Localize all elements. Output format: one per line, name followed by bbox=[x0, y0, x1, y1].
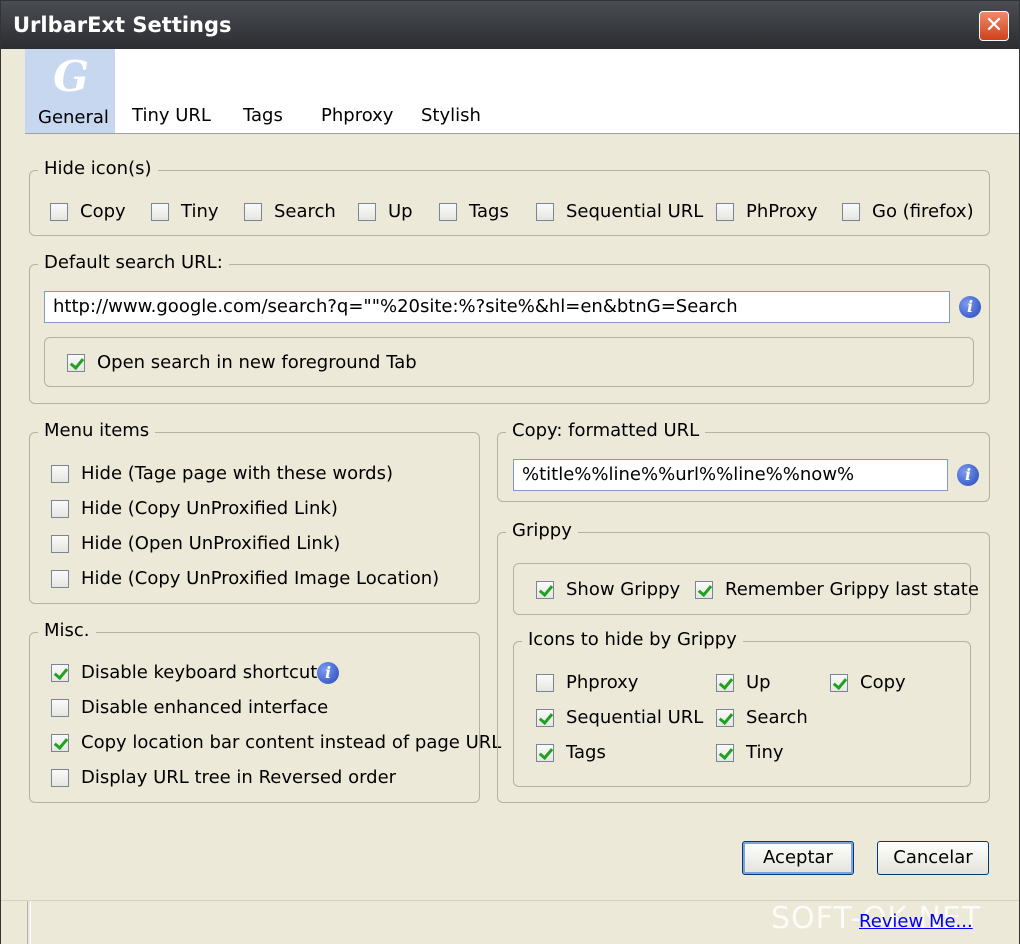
misc-group: Misc. Disable keyboard shortcuts i Disab… bbox=[29, 620, 501, 803]
tab-stylish[interactable]: Stylish bbox=[421, 105, 481, 126]
status-bar: SOFT-OK.NET Review Me... bbox=[1, 900, 1019, 944]
tab-tags[interactable]: Tags bbox=[243, 105, 283, 126]
tab-phproxy[interactable]: Phproxy bbox=[321, 105, 393, 126]
grippy-icon-search-checkbox[interactable]: Search bbox=[716, 707, 808, 728]
hide-icon-tiny-checkbox[interactable]: Tiny bbox=[151, 201, 219, 222]
grippy-icon-sequential-url-checkbox[interactable]: Sequential URL bbox=[536, 707, 703, 728]
copy-formatted-url-input[interactable]: %title%%line%%url%%line%%now% bbox=[513, 459, 948, 491]
grippy-icon-phproxy-checkbox[interactable]: Phproxy bbox=[536, 672, 638, 693]
review-me-link[interactable]: Review Me... bbox=[859, 911, 973, 932]
cancel-button[interactable]: Cancelar bbox=[877, 841, 989, 875]
grippy-icon-tags-checkbox[interactable]: Tags bbox=[536, 742, 606, 763]
show-grippy-checkbox[interactable]: Show Grippy bbox=[536, 579, 680, 600]
menu-hide-tage-page-checkbox[interactable]: Hide (Tage page with these words) bbox=[51, 463, 393, 484]
grippy-icons-legend: Icons to hide by Grippy bbox=[522, 629, 743, 650]
copy-formatted-url-info-icon[interactable]: i bbox=[957, 464, 979, 486]
title-bar[interactable]: UrlbarExt Settings ✕ bbox=[1, 1, 1019, 49]
open-search-new-tab-checkbox[interactable]: Open search in new foreground Tab bbox=[67, 352, 417, 373]
hide-icons-legend: Hide icon(s) bbox=[38, 158, 158, 179]
close-button[interactable]: ✕ bbox=[979, 11, 1009, 41]
copy-formatted-url-legend: Copy: formatted URL bbox=[506, 420, 706, 441]
keyboard-shortcuts-info-icon[interactable]: i bbox=[317, 662, 339, 684]
default-search-group: Default search URL: http://www.google.co… bbox=[29, 252, 990, 404]
menu-hide-copy-unproxified-link-checkbox[interactable]: Hide (Copy UnProxified Link) bbox=[51, 498, 338, 519]
hide-icon-sequential-url-checkbox[interactable]: Sequential URL bbox=[536, 201, 703, 222]
default-search-info-icon[interactable]: i bbox=[959, 296, 981, 318]
grippy-options-subgroup: Show Grippy Remember Grippy last state bbox=[513, 563, 979, 615]
misc-disable-enhanced-interface-checkbox[interactable]: Disable enhanced interface bbox=[51, 697, 328, 718]
general-panel: Hide icon(s) Copy Tiny Search Up Tags Se… bbox=[1, 134, 1019, 900]
grippy-group: Grippy Show Grippy Remember Grippy last … bbox=[497, 520, 990, 803]
grippy-icon-up-checkbox[interactable]: Up bbox=[716, 672, 771, 693]
menu-hide-copy-unproxified-image-checkbox[interactable]: Hide (Copy UnProxified Image Location) bbox=[51, 568, 439, 589]
misc-copy-location-bar-checkbox[interactable]: Copy location bar content instead of pag… bbox=[51, 732, 501, 753]
grippy-legend: Grippy bbox=[506, 520, 578, 541]
grippy-icon-copy-checkbox[interactable]: Copy bbox=[830, 672, 906, 693]
misc-legend: Misc. bbox=[38, 620, 96, 641]
hide-icons-group: Hide icon(s) Copy Tiny Search Up Tags Se… bbox=[29, 158, 990, 236]
remember-grippy-state-checkbox[interactable]: Remember Grippy last state bbox=[695, 579, 979, 600]
copy-formatted-url-group: Copy: formatted URL %title%%line%%url%%l… bbox=[497, 420, 990, 502]
menu-items-legend: Menu items bbox=[38, 420, 156, 441]
open-search-subgroup: Open search in new foreground Tab bbox=[44, 337, 974, 387]
default-search-url-input[interactable]: http://www.google.com/search?q=""%20site… bbox=[44, 291, 950, 323]
tab-tiny-url[interactable]: Tiny URL bbox=[132, 105, 211, 126]
grippy-icons-subgroup: Icons to hide by Grippy Phproxy Up Copy … bbox=[513, 629, 971, 787]
settings-window: UrlbarExt Settings ✕ G General Tiny URL … bbox=[0, 0, 1020, 944]
menu-hide-open-unproxified-link-checkbox[interactable]: Hide (Open UnProxified Link) bbox=[51, 533, 340, 554]
hide-icon-up-checkbox[interactable]: Up bbox=[358, 201, 413, 222]
hide-icon-search-checkbox[interactable]: Search bbox=[244, 201, 336, 222]
tab-general[interactable]: G General bbox=[25, 49, 115, 133]
general-logo-icon: G bbox=[53, 52, 89, 101]
misc-disable-keyboard-shortcuts-checkbox[interactable]: Disable keyboard shortcuts bbox=[51, 662, 327, 683]
status-bar-grip bbox=[27, 901, 31, 944]
hide-icon-tags-checkbox[interactable]: Tags bbox=[439, 201, 509, 222]
hide-icon-go-firefox-checkbox[interactable]: Go (firefox) bbox=[842, 201, 974, 222]
hide-icon-phproxy-checkbox[interactable]: PhProxy bbox=[716, 201, 818, 222]
grippy-icon-tiny-checkbox[interactable]: Tiny bbox=[716, 742, 784, 763]
menu-items-group: Menu items Hide (Tage page with these wo… bbox=[29, 420, 480, 604]
tab-toolbar: G General Tiny URL Tags Phproxy Stylish bbox=[25, 49, 1019, 134]
misc-display-url-tree-reversed-checkbox[interactable]: Display URL tree in Reversed order bbox=[51, 767, 396, 788]
hide-icon-copy-checkbox[interactable]: Copy bbox=[50, 201, 126, 222]
ok-button[interactable]: Aceptar bbox=[742, 841, 854, 875]
default-search-legend: Default search URL: bbox=[38, 252, 229, 273]
tab-general-label: General bbox=[38, 107, 109, 128]
window-title: UrlbarExt Settings bbox=[13, 13, 232, 37]
